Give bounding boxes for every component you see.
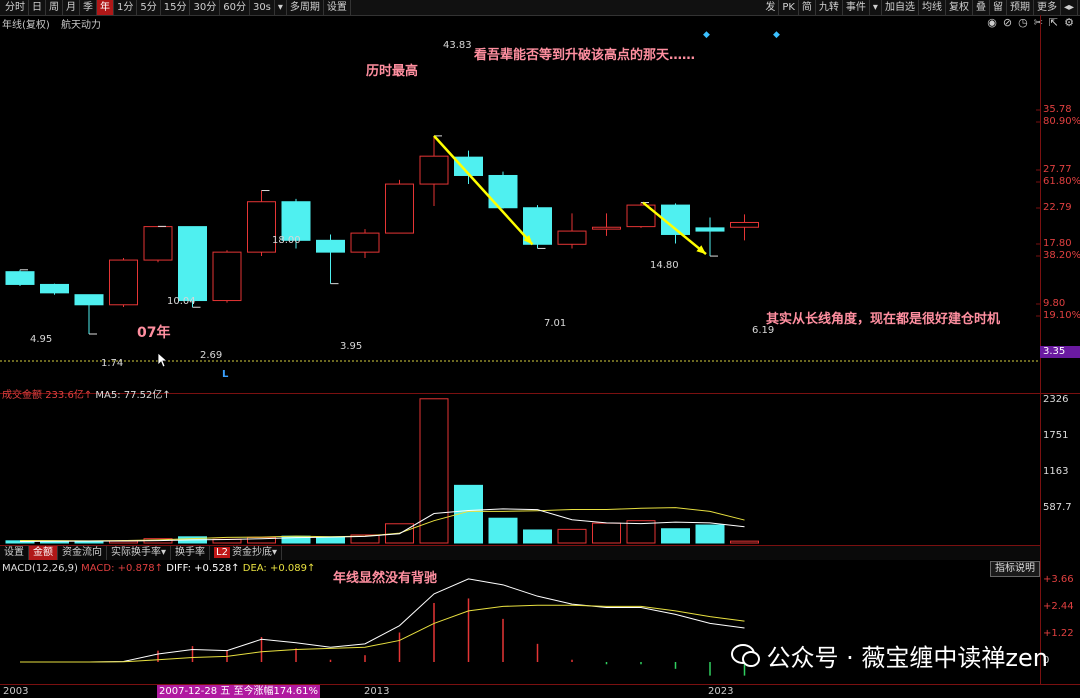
price-axis-label: 80.90% [1043,116,1080,127]
candle-body [316,239,345,253]
volume-bar [557,528,587,544]
mouse-cursor-icon [157,352,167,368]
candle-body [695,227,725,232]
candle-body [557,230,587,245]
price-label: 4.95 [30,334,53,345]
volume-bar [74,541,104,544]
macd-title: MACD(12,26,9) [2,563,78,574]
tab-amount[interactable]: 金额 [29,546,58,560]
volume-axis-label: 587.7 [1043,502,1072,513]
dea-value: DEA: +0.089↑ [242,563,316,574]
watermark-text: 公众号 · 薇宝缠中读禅zen [766,644,1048,672]
watermark: 公众号 · 薇宝缠中读禅zen [730,638,1048,673]
volume-bar [592,522,621,544]
diamond-marker-icon: ◆ [773,30,780,40]
cursor-date-label: 2007-12-28 五 至今涨幅174.61% [157,685,320,698]
volume-bar [523,529,552,544]
candle-body [74,294,104,306]
date-label: 2003 [3,686,29,697]
volume-bar [661,528,690,544]
price-label: 3.95 [340,341,363,352]
macd-value: MACD: +0.878↑ [81,563,164,574]
macd-axis-label: +2.44 [1043,601,1074,612]
price-label: 43.83 [443,40,472,51]
diff-line [20,578,745,663]
price-axis-label: 27.77 [1043,164,1072,175]
volume-ma: MA5: 77.52亿↑ [95,390,171,401]
dea-line [20,604,745,663]
volume-bar [730,540,759,544]
indicator-tabs: 设置 金额 资金流向 实际换手率▾ 换手率 L2 资金抄底▾ [0,545,1040,560]
candle-body [178,226,207,302]
candle-body [385,183,414,234]
volume-bar [419,398,449,544]
price-label: 18.00 [272,235,301,246]
date-label: 2013 [364,686,390,697]
price-axis-label: 61.80% [1043,176,1080,187]
candle-body [40,283,69,294]
year07-annotation: 07年 [137,325,171,341]
volume-bar [695,524,725,544]
low-marker: L [222,369,229,380]
peak-decline-arrow [433,135,534,246]
volume-axis-label: 1751 [1043,430,1069,441]
macd-header: MACD(12,26,9) MACD: +0.878↑ DIFF: +0.528… [2,563,315,574]
volume-value: 233.6亿↑ [45,390,93,401]
price-label: 2.69 [200,350,223,361]
price-label: 7.01 [544,318,567,329]
price-label: 14.80 [650,260,679,271]
tab-settings[interactable]: 设置 [0,546,29,560]
price-label: 10.04 [167,296,196,307]
indicator-help-button[interactable]: 指标说明 [990,561,1040,577]
l2-badge: L2 [214,547,230,558]
peak-annotation: 历时最高 [366,64,419,79]
date-label: 2023 [708,686,734,697]
candle-body [592,226,621,230]
date-axis: 2003 2007-12-28 五 至今涨幅174.61% 2013 2023 [0,684,1080,698]
price-axis-label: 38.20% [1043,250,1080,261]
tab-fund-bottom-label: 资金抄底▾ [231,547,277,558]
wechat-icon [730,643,760,667]
macd-axis-label: +3.66 [1043,574,1074,585]
diff-value: DIFF: +0.528↑ [166,563,240,574]
macd-annotation: 年线显然没有背驰 [333,571,438,586]
tab-turnover[interactable]: 换手率 [171,546,211,560]
tab-fund-flow[interactable]: 资金流向 [58,546,107,560]
price-axis-label: 19.10% [1043,310,1080,321]
price-label: 1.74 [101,358,124,369]
volume-axis-label: 2326 [1043,394,1069,405]
candle-body [109,259,138,306]
volume-header: 成交金额 233.6亿↑ MA5: 77.52亿↑ [2,386,171,401]
current-price-tag: 3.35 [1040,346,1080,358]
chart-canvas [0,109,1040,676]
price-axis-label: 17.80 [1043,238,1072,249]
price-axis-label: 9.80 [1043,298,1066,309]
candle-body [143,226,173,261]
candle-body [350,232,380,253]
volume-bar [488,517,518,544]
volume-axis-label: 1163 [1043,466,1069,477]
tab-actual-turnover[interactable]: 实际换手率▾ [107,546,172,560]
longterm-annotation: 其实从长线角度，现在都是很好建仓时机 [766,312,1001,327]
price-axis-label: 35.78 [1043,104,1072,115]
question-annotation: 看吾辈能否等到升破该高点的那天…… [474,48,696,63]
price-axis-label: 22.79 [1043,202,1072,213]
candle-body [212,251,242,302]
diamond-marker-icon: ◆ [703,30,710,40]
candle-body [419,155,449,185]
volume-title: 成交金额 [2,390,42,401]
candle-body [5,271,35,285]
tab-fund-bottom[interactable]: L2 资金抄底▾ [210,546,282,560]
candle-body [730,221,759,228]
